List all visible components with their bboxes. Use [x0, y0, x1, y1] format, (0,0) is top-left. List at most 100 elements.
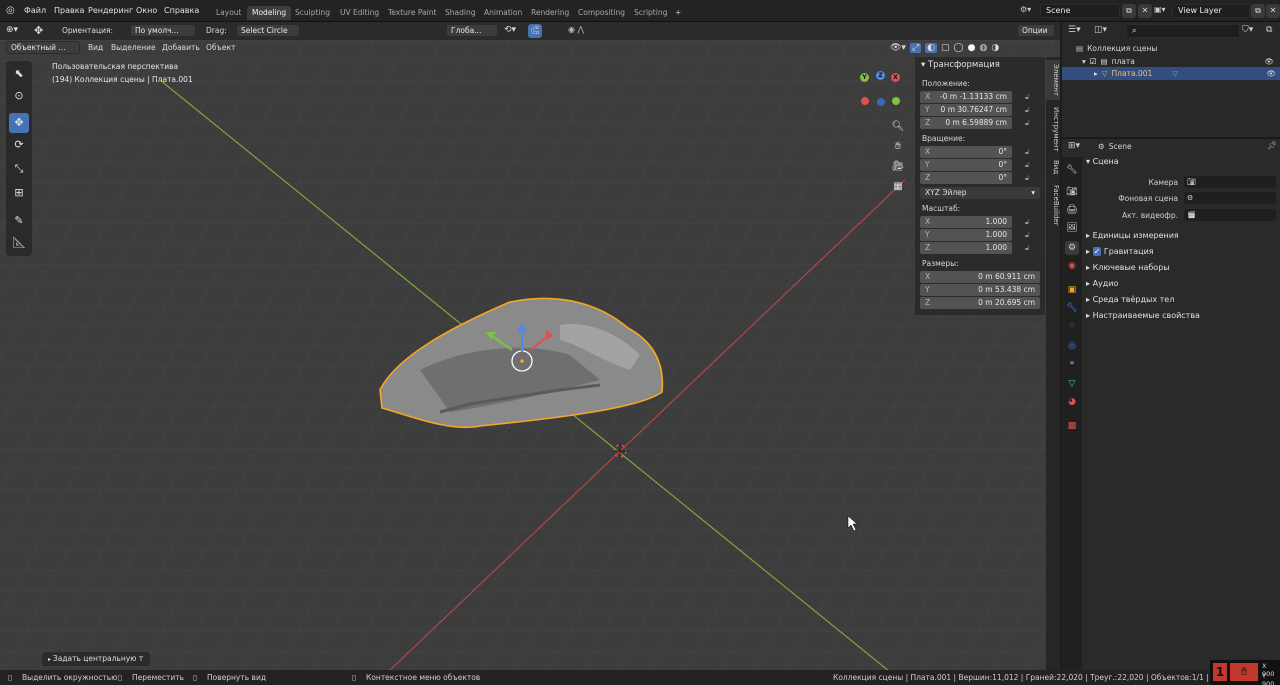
tab-item[interactable]: Элемент [1046, 60, 1060, 100]
editor-type-icon[interactable]: ⊕▾ [6, 25, 28, 37]
outliner-item-plata-001[interactable]: ▸ ▽ Плата.001 ▽ 👁︎ [1062, 67, 1280, 80]
scale-x-field[interactable]: X 1.000 [920, 216, 1012, 228]
overlays-icon[interactable]: ◐ [925, 43, 938, 53]
lock-icon[interactable]: 🔓︎ [1025, 218, 1034, 226]
transform-panel-title[interactable]: ▾ Трансформация [921, 60, 1000, 70]
gravity-section[interactable]: ▸ ✓ Гравитация [1086, 247, 1154, 256]
outliner-item-plata[interactable]: ▾ ☑ ▤ плата 👁︎ [1082, 55, 1278, 67]
tab-rendering[interactable]: Rendering [526, 6, 574, 20]
rendered-shading-icon[interactable]: ◑ [991, 43, 999, 53]
active-clip-field[interactable]: 🎬︎ [1184, 209, 1276, 221]
data-tab-icon[interactable]: ▽ [1065, 377, 1079, 391]
lock-icon[interactable]: 🔓︎ [1025, 148, 1034, 156]
tab-compositing[interactable]: Compositing [573, 6, 630, 20]
nav-gizmo-y[interactable]: Y [860, 73, 869, 82]
output-tab-icon[interactable]: 🖨︎ [1065, 203, 1079, 217]
menu-edit[interactable]: Правка [54, 5, 84, 17]
render-tab-icon[interactable]: 📷︎ [1065, 185, 1079, 199]
texture-tab-icon[interactable]: ▩ [1065, 419, 1079, 433]
dimensions-z-field[interactable]: Z 0 m 20.695 cm [920, 297, 1040, 309]
gravity-checkbox[interactable]: ✓ [1092, 247, 1102, 256]
menu-window[interactable]: Окно [136, 5, 157, 17]
visibility-icon[interactable]: 👁︎▾ [890, 43, 906, 53]
lock-icon[interactable]: 🔓︎ [1025, 93, 1034, 101]
options-dropdown[interactable]: Опции [1017, 24, 1055, 37]
delete-scene-icon[interactable]: ✕ [1138, 4, 1152, 18]
scale-z-field[interactable]: Z 1.000 [920, 242, 1012, 254]
grid-perspective-icon[interactable]: ▦ [891, 180, 905, 194]
menu-add[interactable]: Добавить [162, 43, 200, 52]
properties-type-icon[interactable]: ⊞▾ [1068, 141, 1088, 151]
filter-icon[interactable]: ⛉▾ [1242, 25, 1262, 35]
rotation-z-field[interactable]: Z 0° [920, 172, 1012, 184]
lock-icon[interactable]: 🔓︎ [1025, 119, 1034, 127]
tab-layout[interactable]: Layout [211, 6, 247, 20]
keying-sets-section[interactable]: ▸ Ключевые наборы [1086, 263, 1170, 272]
rotate-tool-icon[interactable]: ⟳ [9, 135, 29, 155]
display-mode-icon[interactable]: ◫▾ [1094, 25, 1114, 35]
add-workspace-button[interactable]: + [670, 6, 686, 20]
move-tool-icon[interactable]: ✥ [34, 24, 50, 38]
location-z-field[interactable]: Z 0 m 6.59889 cm [920, 117, 1012, 129]
proportional-edit-icon[interactable]: ◉ ⋀ [568, 25, 598, 34]
location-y-field[interactable]: Y 0 m 30.76247 cm [920, 104, 1012, 116]
nav-gizmo-neg-x[interactable] [861, 97, 869, 105]
material-shading-icon[interactable]: ◍ [979, 43, 987, 53]
scale-y-field[interactable]: Y 1.000 [920, 229, 1012, 241]
new-collection-icon[interactable]: ⧉ [1266, 25, 1278, 35]
outliner-type-icon[interactable]: ☰▾ [1068, 25, 1088, 35]
dimensions-y-field[interactable]: Y 0 m 53.438 cm [920, 284, 1040, 296]
tab-view[interactable]: Вид [1046, 157, 1060, 177]
mode-dropdown[interactable]: Объектный ... [6, 41, 80, 54]
dimensions-x-field[interactable]: X 0 m 60.911 cm [920, 271, 1040, 283]
object-tab-icon[interactable]: ▣ [1065, 283, 1079, 297]
lock-icon[interactable]: 🔓︎ [1025, 244, 1034, 252]
tab-uv-editing[interactable]: UV Editing [335, 6, 384, 20]
transform-tool-icon[interactable]: ⊞ [9, 183, 29, 203]
tab-scripting[interactable]: Scripting [629, 6, 672, 20]
checkbox-icon[interactable]: ☑ [1090, 57, 1097, 66]
wireframe-shading-icon[interactable]: ◯ [954, 43, 964, 53]
drag-dropdown[interactable]: Select Circle [236, 24, 300, 37]
snap-toggle-icon[interactable]: 🧲︎ [528, 24, 542, 38]
rotation-y-field[interactable]: Y 0° [920, 159, 1012, 171]
lock-icon[interactable]: 🔓︎ [1025, 106, 1034, 114]
camera-view-icon[interactable]: 🎥︎ [891, 160, 905, 174]
delete-view-layer-icon[interactable]: ✕ [1266, 4, 1280, 18]
nav-gizmo-z[interactable]: Z [876, 71, 885, 80]
xray-icon[interactable]: ▢ [941, 43, 950, 53]
rotation-x-field[interactable]: X 0° [920, 146, 1012, 158]
move-tool-button[interactable]: ✥ [9, 113, 29, 133]
tab-modeling[interactable]: Modeling [247, 6, 292, 20]
view-layer-icon[interactable]: ▣▾ [1154, 5, 1172, 17]
zoom-icon[interactable]: 🔍︎ [891, 120, 905, 134]
view-layer-field[interactable]: View Layer [1172, 4, 1250, 18]
blender-logo-icon[interactable]: ◎ [6, 6, 18, 16]
scale-tool-icon[interactable]: ⤡ [9, 159, 29, 179]
audio-section[interactable]: ▸ Аудио [1086, 279, 1118, 288]
tab-tool[interactable]: Инструмент [1046, 103, 1060, 155]
location-x-field[interactable]: X -0 m -1.13133 cm [920, 91, 1012, 103]
cursor-tool-icon[interactable]: ⊙ [9, 86, 29, 106]
lock-icon[interactable]: 🔓︎ [1025, 161, 1034, 169]
transform-orientation-dropdown[interactable]: Глоба... [446, 24, 498, 37]
rigid-body-section[interactable]: ▸ Среда твёрдых тел [1086, 295, 1174, 304]
world-tab-icon[interactable]: ◉ [1065, 259, 1079, 273]
select-tool-icon[interactable]: ⬉ [9, 64, 29, 84]
pivot-point-icon[interactable]: ⟲▾ [504, 25, 524, 35]
scene-name-field[interactable]: Scene [1040, 4, 1120, 18]
menu-render[interactable]: Рендеринг [88, 5, 133, 17]
lock-icon[interactable]: 🔓︎ [1025, 231, 1034, 239]
custom-properties-section[interactable]: ▸ Настраиваемые свойства [1086, 311, 1200, 320]
eye-icon[interactable]: 👁︎ [1264, 57, 1274, 66]
tab-texture-paint[interactable]: Texture Paint [383, 6, 441, 20]
menu-select[interactable]: Выделение [111, 43, 156, 52]
tab-shading[interactable]: Shading [440, 6, 480, 20]
material-tab-icon[interactable]: ◕ [1065, 395, 1079, 409]
camera-field[interactable]: 📷︎ [1184, 176, 1276, 188]
particles-tab-icon[interactable]: ⁘ [1065, 319, 1079, 333]
constraints-tab-icon[interactable]: ⚭ [1065, 357, 1079, 371]
outliner-search-input[interactable]: ⌕ [1126, 24, 1240, 38]
physics-tab-icon[interactable]: ◎ [1065, 339, 1079, 353]
orientation-dropdown[interactable]: По умолч... [130, 24, 196, 37]
